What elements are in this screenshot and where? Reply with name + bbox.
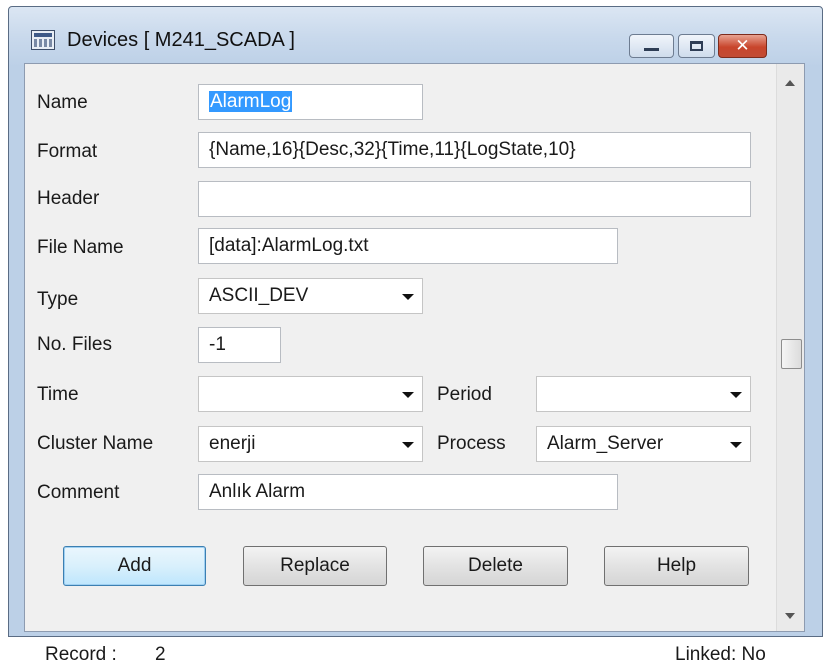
linked-status: Linked: No (675, 644, 766, 665)
devices-window: Devices [ M241_SCADA ] ✕ Name AlarmLog F… (8, 6, 823, 665)
chevron-down-icon (402, 294, 414, 300)
chevron-down-icon (402, 392, 414, 398)
file-name-field[interactable]: [data]:AlarmLog.txt (198, 228, 618, 264)
name-field[interactable]: AlarmLog (198, 84, 423, 120)
period-select[interactable] (536, 376, 751, 412)
delete-button[interactable]: Delete (423, 546, 568, 586)
type-value: ASCII_DEV (209, 285, 309, 306)
format-field[interactable]: {Name,16}{Desc,32}{Time,11}{LogState,10} (198, 132, 751, 168)
title-bar[interactable]: Devices [ M241_SCADA ] ✕ (9, 7, 822, 63)
chevron-down-icon (402, 442, 414, 448)
time-select[interactable] (198, 376, 423, 412)
scroll-up-icon[interactable] (785, 80, 795, 86)
form-area: Name AlarmLog Format {Name,16}{Desc,32}{… (24, 63, 805, 665)
window-title: Devices [ M241_SCADA ] (67, 29, 295, 51)
cluster-name-value: enerji (209, 433, 256, 454)
chevron-down-icon (730, 442, 742, 448)
maximize-button[interactable] (678, 34, 715, 58)
process-value: Alarm_Server (547, 433, 664, 454)
cluster-name-select[interactable]: enerji (198, 426, 423, 462)
name-value: AlarmLog (209, 91, 293, 112)
record-value: 2 (155, 644, 166, 665)
maximize-icon (690, 41, 703, 51)
format-label: Format (37, 141, 98, 162)
scroll-thumb[interactable] (781, 339, 802, 369)
close-icon: ✕ (735, 36, 750, 56)
no-files-label: No. Files (37, 334, 112, 355)
scroll-down-icon[interactable] (785, 613, 795, 619)
header-label: Header (37, 188, 100, 209)
file-name-label: File Name (37, 237, 124, 258)
comment-field[interactable]: Anlık Alarm (198, 474, 618, 510)
name-label: Name (37, 92, 88, 113)
close-button[interactable]: ✕ (718, 34, 767, 58)
chevron-down-icon (730, 392, 742, 398)
process-label: Process (437, 433, 506, 454)
no-files-field[interactable]: -1 (198, 327, 281, 363)
header-field[interactable] (198, 181, 751, 217)
record-label: Record : (45, 644, 117, 665)
process-select[interactable]: Alarm_Server (536, 426, 751, 462)
help-button[interactable]: Help (604, 546, 749, 586)
vertical-scrollbar[interactable] (776, 64, 804, 631)
period-label: Period (437, 384, 492, 405)
minimize-icon (644, 48, 659, 51)
time-label: Time (37, 384, 79, 405)
replace-button[interactable]: Replace (243, 546, 387, 586)
cluster-name-label: Cluster Name (37, 433, 154, 454)
add-button[interactable]: Add (63, 546, 206, 586)
type-label: Type (37, 289, 79, 310)
type-select[interactable]: ASCII_DEV (198, 278, 423, 314)
minimize-button[interactable] (629, 34, 674, 58)
comment-label: Comment (37, 482, 120, 503)
app-icon (31, 30, 55, 50)
